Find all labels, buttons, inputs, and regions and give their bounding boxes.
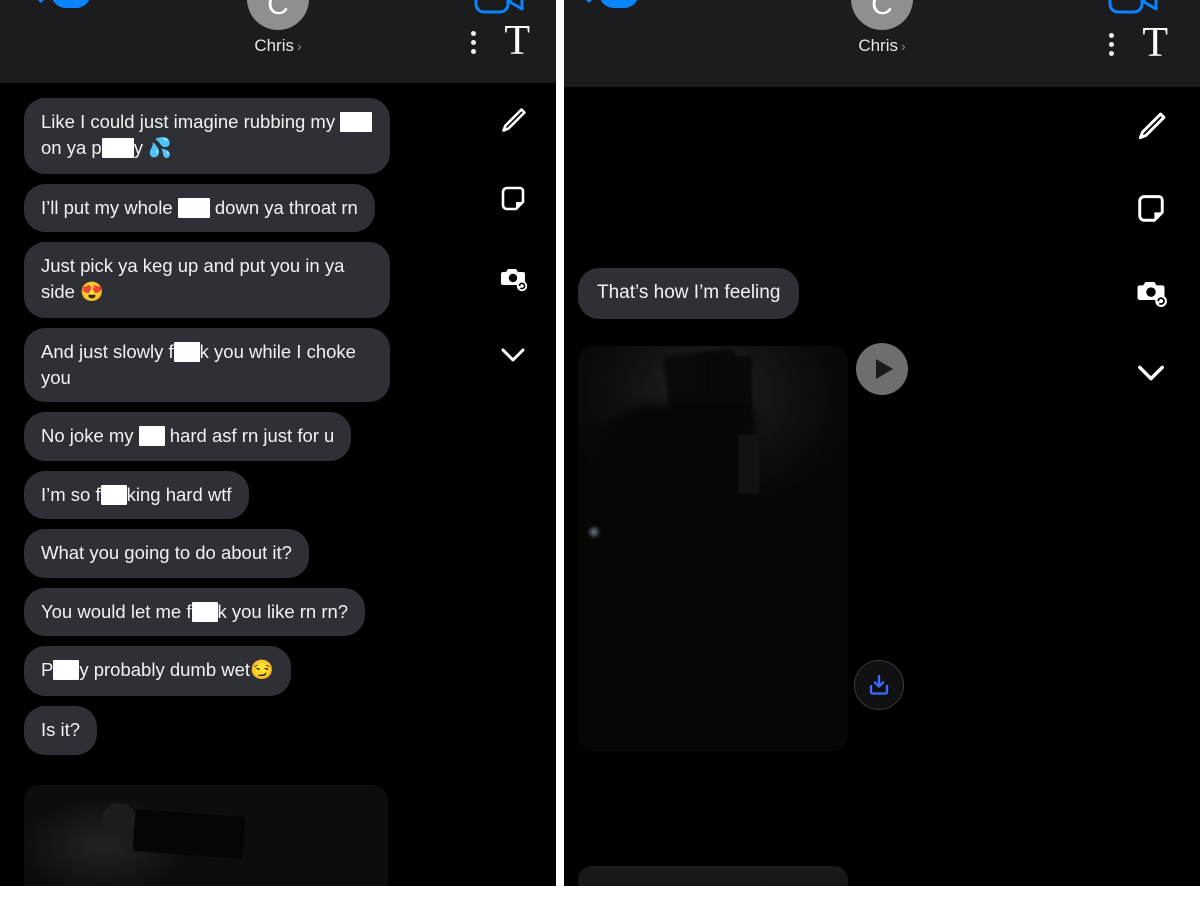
screenshot-collage: 91 C Chris › — [0, 0, 1200, 900]
censor-block — [173, 342, 200, 363]
message-bubble[interactable]: Just pick ya keg up and put you in ya si… — [19, 242, 390, 318]
dot — [1109, 32, 1115, 38]
message-row: Like I could just imagine rubbing my on … — [19, 98, 420, 174]
dot — [1109, 50, 1115, 56]
message-bubble[interactable]: And just slowly fk you while I choke you — [19, 327, 390, 403]
message-bubble[interactable]: That’s how I’m feeling — [572, 268, 800, 320]
camera-refresh-icon[interactable] — [492, 256, 534, 298]
message-row: You would let me fk you like rn rn? — [18, 587, 420, 637]
sticker-icon[interactable] — [1130, 188, 1172, 230]
header-actions-right: T — [1103, 0, 1168, 88]
right-tool-rail — [1130, 106, 1172, 394]
emoji: 😍 — [80, 281, 104, 303]
contact-name-left: Chris — [254, 36, 294, 55]
message-row: Just pick ya keg up and put you in ya si… — [19, 242, 420, 318]
pencil-icon[interactable] — [492, 100, 534, 142]
message-bubble[interactable]: No joke my hard asf rn just for u — [18, 412, 352, 461]
panel-divider — [556, 0, 564, 900]
camera-refresh-icon[interactable] — [1130, 270, 1172, 312]
censor-block — [101, 137, 134, 158]
chevron-right-icon: › — [901, 38, 906, 54]
emoji: 😏 — [250, 660, 274, 682]
right-chat-body: That’s how I’m feeling — [564, 88, 1200, 900]
chevron-down-icon[interactable] — [1130, 352, 1172, 394]
message-row: I’ll put my whole down ya throat rn — [19, 183, 420, 233]
text-tool-icon-left[interactable]: T — [504, 20, 530, 61]
message-bubble[interactable]: I’ll put my whole down ya throat rn — [19, 183, 375, 233]
video-shape — [738, 434, 760, 494]
thumb-shape — [132, 809, 246, 859]
thumb-shape — [102, 803, 136, 837]
dot — [1109, 41, 1115, 47]
sticker-icon[interactable] — [492, 178, 534, 220]
header-actions-left: T — [465, 0, 530, 84]
message-row: No joke my hard asf rn just for u — [18, 412, 420, 461]
censor-block — [138, 426, 165, 447]
censor-block — [100, 484, 127, 505]
censor-block — [53, 660, 80, 681]
video-attachment[interactable] — [578, 346, 848, 751]
right-message-list: That’s how I’m feeling — [564, 88, 864, 320]
censor-block — [340, 112, 373, 133]
dot — [471, 48, 477, 54]
left-phone-screenshot: 91 C Chris › — [0, 0, 556, 900]
message-bubble[interactable]: What you going to do about it? — [19, 529, 309, 578]
left-tool-rail — [492, 100, 534, 376]
pencil-icon[interactable] — [1130, 106, 1172, 148]
right-chat-header: 91 C Chris › — [564, 0, 1200, 88]
message-row: Py probably dumb wet😏 — [19, 646, 420, 697]
message-row: What you going to do about it? — [19, 529, 420, 578]
contact-name-row-right[interactable]: Chris › — [858, 36, 905, 56]
message-bubble[interactable]: Like I could just imagine rubbing my on … — [19, 98, 390, 174]
message-bubble[interactable]: Py probably dumb wet😏 — [19, 646, 291, 697]
dot — [471, 39, 477, 45]
censor-block — [191, 601, 218, 622]
left-chat-body: Like I could just imagine rubbing my on … — [0, 84, 556, 900]
dot — [471, 30, 477, 36]
message-row: I’m so f king hard wtf — [19, 470, 420, 520]
image-bottom-border — [0, 886, 1200, 900]
censor-block — [177, 197, 210, 218]
message-bubble[interactable]: You would let me fk you like rn rn? — [18, 587, 366, 637]
three-dots-vertical-icon[interactable] — [465, 27, 482, 58]
message-bubble[interactable]: I’m so f king hard wtf — [19, 470, 249, 520]
play-icon[interactable] — [856, 343, 908, 395]
emoji: 💦 — [148, 137, 172, 159]
download-icon[interactable] — [854, 660, 904, 710]
message-bubble[interactable]: Is it? — [18, 706, 98, 755]
contact-name-row-left[interactable]: Chris › — [254, 36, 301, 56]
message-row: And just slowly fk you while I choke you — [19, 327, 420, 403]
left-message-list: Like I could just imagine rubbing my on … — [0, 84, 420, 755]
left-chat-header: 91 C Chris › — [0, 0, 556, 84]
avatar-left: C — [247, 0, 309, 30]
contact-name-right: Chris — [858, 36, 898, 55]
three-dots-vertical-icon[interactable] — [1103, 29, 1120, 60]
message-row: That’s how I’m feeling — [572, 268, 864, 320]
avatar-right: C — [851, 0, 913, 30]
photo-attachment-thumbnail[interactable] — [24, 785, 388, 900]
text-tool-icon-right[interactable]: T — [1142, 22, 1168, 63]
video-shape — [596, 404, 756, 524]
message-row: Is it? — [18, 706, 420, 755]
chevron-down-icon[interactable] — [492, 334, 534, 376]
video-shape — [590, 528, 598, 536]
right-phone-screenshot: 91 C Chris › — [564, 0, 1200, 900]
chevron-right-icon: › — [297, 38, 302, 54]
